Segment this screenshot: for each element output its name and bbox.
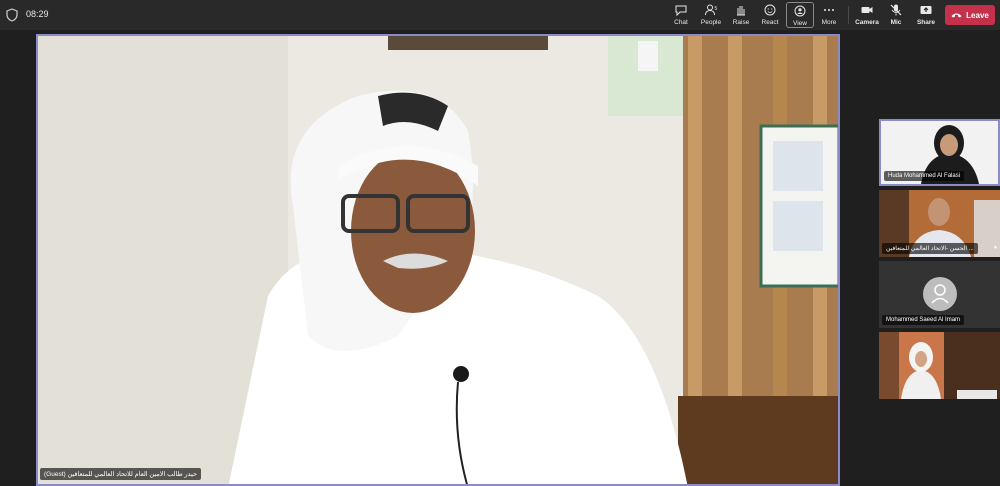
meeting-toolbar: 08:29 Chat 5 People Raise React View Mor… bbox=[0, 0, 1000, 30]
react-button[interactable]: React bbox=[756, 2, 784, 28]
phone-hangup-icon bbox=[951, 13, 962, 18]
camera-button[interactable]: Camera bbox=[853, 2, 881, 28]
more-label: More bbox=[821, 19, 837, 26]
participant-name-tag: ... الحسن -الاتحاد العالمي للمتعافين bbox=[882, 243, 978, 254]
participant-name-tag: Huda Mohammed Al Falasi bbox=[884, 171, 965, 181]
mic-label: Mic bbox=[890, 19, 902, 26]
people-count: 5 bbox=[715, 6, 718, 12]
participant-tile[interactable] bbox=[879, 332, 1000, 399]
react-label: React bbox=[761, 19, 779, 26]
participant-tile[interactable]: Huda Mohammed Al Falasi bbox=[879, 119, 1000, 186]
more-button[interactable]: More bbox=[815, 2, 843, 28]
status-badge: ♦ bbox=[993, 245, 997, 251]
leave-label: Leave bbox=[966, 10, 989, 20]
shield-icon[interactable] bbox=[6, 8, 18, 22]
leave-button[interactable]: Leave bbox=[945, 5, 995, 25]
chat-label: Chat bbox=[674, 19, 688, 26]
view-button[interactable]: View bbox=[786, 2, 814, 28]
camera-label: Camera bbox=[855, 19, 879, 26]
raise-hand-icon bbox=[737, 6, 745, 16]
mic-off-icon bbox=[890, 4, 902, 16]
participant-video bbox=[879, 332, 1000, 399]
avatar bbox=[923, 277, 957, 311]
chat-icon bbox=[675, 5, 687, 17]
main-video-stage: حيدر طالب الامين العام للاتحاد العالمي ل… bbox=[36, 34, 840, 486]
toolbar-divider bbox=[848, 6, 849, 24]
mic-button[interactable]: Mic bbox=[882, 2, 910, 28]
smiley-icon bbox=[764, 4, 776, 16]
participant-tile[interactable]: Mohammed Saeed Al Imam bbox=[879, 261, 1000, 328]
people-button[interactable]: 5 People bbox=[697, 2, 725, 28]
share-icon bbox=[920, 6, 932, 14]
chat-button[interactable]: Chat bbox=[667, 2, 695, 28]
share-button[interactable]: Share bbox=[912, 2, 940, 28]
view-icon bbox=[794, 5, 806, 17]
camera-icon bbox=[861, 7, 873, 13]
raise-hand-button[interactable]: Raise bbox=[727, 2, 755, 28]
participant-name-tag: Mohammed Saeed Al Imam bbox=[882, 315, 965, 325]
person-icon bbox=[931, 284, 949, 304]
participant-tile[interactable]: ... الحسن -الاتحاد العالمي للمتعافين ♦ bbox=[879, 190, 1000, 257]
meeting-timer: 08:29 bbox=[26, 9, 49, 19]
raise-label: Raise bbox=[732, 19, 750, 26]
people-label: People bbox=[700, 19, 722, 26]
share-label: Share bbox=[916, 19, 936, 26]
more-icon bbox=[824, 9, 834, 11]
speaker-video bbox=[38, 36, 838, 484]
speaker-name-tag: حيدر طالب الامين العام للاتحاد العالمي ل… bbox=[40, 468, 201, 480]
people-icon: 5 bbox=[705, 4, 718, 16]
view-label: View bbox=[793, 20, 807, 27]
